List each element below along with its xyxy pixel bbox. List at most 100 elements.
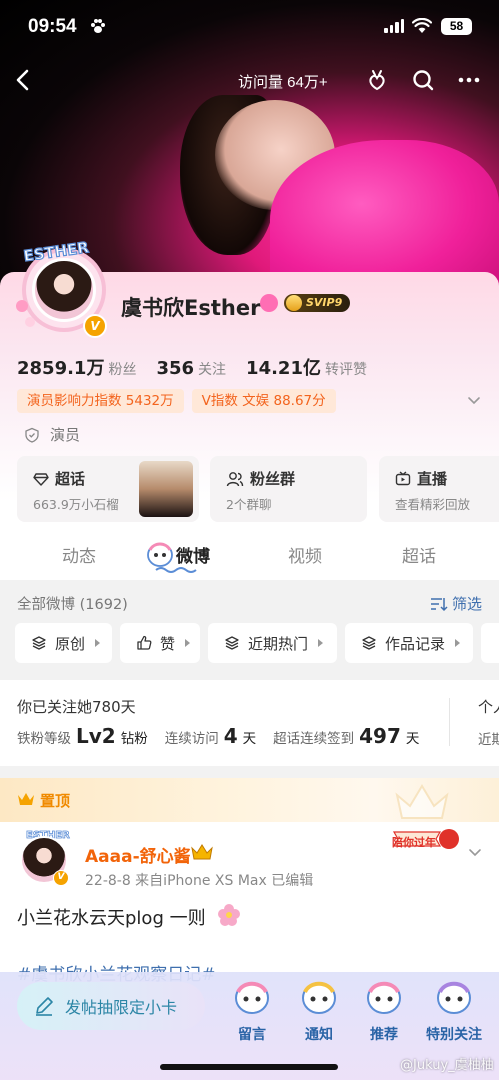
status-bar: 09:54 58: [0, 0, 499, 54]
tile-subtitle: 查看精彩回放: [395, 497, 471, 512]
avatar[interactable]: ESTHER V: [12, 236, 112, 338]
stat-following[interactable]: 356 关注: [156, 358, 226, 379]
pencil-icon: [36, 997, 53, 1016]
all-posts-count: 全部微博 (1692): [17, 597, 128, 613]
influence-tag[interactable]: 演员影响力指数 5432万: [17, 389, 184, 413]
filter-button[interactable]: 筛选: [430, 593, 482, 614]
visit-unit: 天: [242, 731, 257, 747]
tv-icon: [395, 470, 411, 485]
post-button-label: 发帖抽限定小卡: [65, 998, 178, 1017]
avatar-image: [32, 258, 96, 322]
tile-live[interactable]: 直播 查看精彩回放: [379, 456, 499, 522]
tab-super-topic[interactable]: 超话: [402, 542, 436, 567]
mascot-icon: [235, 981, 269, 1014]
sign-value: 497: [359, 724, 401, 748]
chip-works[interactable]: 作品记录: [345, 623, 473, 663]
watermark: @Jukuy_虞柚柚: [400, 1058, 494, 1073]
chip-label: 作品记录: [385, 634, 446, 653]
post-avatar[interactable]: ESTHER V: [16, 830, 72, 888]
post-text: 小兰花水云天plog 一则: [17, 908, 206, 929]
filter-label: 筛选: [452, 595, 483, 613]
v-index-tag[interactable]: V指数 文娱 88.67分: [191, 389, 336, 413]
chevron-down-icon[interactable]: [467, 844, 483, 860]
chip-label: 赞: [160, 634, 176, 653]
level-value: Lv2: [76, 724, 116, 748]
tile-subtitle: 2个群聊: [226, 497, 272, 512]
signal-icon: [384, 19, 404, 33]
tile-thumbnail: [139, 461, 193, 517]
paw-icon: [91, 19, 105, 33]
chip-original[interactable]: 原创: [15, 623, 112, 663]
verified-badge-icon: V: [53, 870, 69, 886]
follow-more-title: 个人: [478, 698, 499, 716]
profile-stats: 2859.1万 粉丝 356 关注 14.21亿 转评赞: [17, 354, 367, 380]
tile-title: 超话: [55, 470, 86, 488]
visit-value: 4: [223, 724, 238, 748]
tab-underline-icon: [155, 567, 197, 573]
bottom-nav-label: 推荐: [370, 1027, 398, 1043]
chevron-down-icon[interactable]: [466, 392, 482, 408]
mascot-icon: [367, 981, 401, 1014]
status-time: 09:54: [28, 16, 77, 37]
level-suffix: 钻粉: [120, 731, 148, 747]
users-icon: [226, 471, 244, 486]
tab-weibo[interactable]: 微博: [176, 542, 210, 567]
tile-title: 直播: [417, 470, 448, 488]
post-button[interactable]: 发帖抽限定小卡: [17, 982, 205, 1030]
post-meta: 22-8-8 来自iPhone XS Max 已编辑: [85, 873, 314, 889]
profile-tags: 演员影响力指数 5432万 V指数 文娱 88.67分: [17, 389, 336, 413]
chip-recent-hot[interactable]: 近期热门: [208, 623, 337, 663]
follow-more-sub: 近期: [478, 732, 499, 748]
bottom-nav-label: 特别关注: [426, 1027, 482, 1043]
chip-label: 近期热门: [248, 634, 309, 653]
tab-activity[interactable]: 动态: [62, 542, 96, 567]
svip-badge[interactable]: SVIP9: [284, 294, 351, 312]
follow-stats: 你已关注她780天 铁粉等级 Lv2 钻粉 连续访问 4 天 超话连续签到 49…: [0, 680, 499, 766]
bottom-nav-label: 留言: [238, 1027, 266, 1043]
stat-reposts-likes[interactable]: 14.21亿 转评赞: [246, 354, 367, 380]
flower-icon: [218, 904, 240, 926]
bottom-nav-recommend[interactable]: 推荐: [354, 978, 414, 1044]
bottom-nav-comments[interactable]: 留言: [222, 978, 282, 1044]
search-icon[interactable]: [410, 67, 436, 93]
tile-fan-group[interactable]: 粉丝群 2个群聊: [210, 456, 367, 522]
profile-role: 演员: [24, 424, 80, 445]
wifi-icon: [412, 18, 432, 33]
filter-chips: 原创 赞 近期热门 作品记录: [15, 623, 499, 663]
shield-icon: [25, 427, 39, 443]
filter-icon: [431, 597, 448, 611]
sign-label: 超话连续签到: [273, 731, 355, 747]
home-indicator[interactable]: [160, 1064, 338, 1070]
post-author[interactable]: Aaaa-舒心酱: [85, 842, 191, 867]
mascot-icon: [437, 981, 471, 1014]
tab-video[interactable]: 视频: [288, 542, 322, 567]
bottom-nav-special-follow[interactable]: 特别关注: [419, 978, 489, 1044]
stat-fans[interactable]: 2859.1万 粉丝: [17, 354, 136, 380]
pinned-bar: 置顶: [0, 778, 499, 822]
divider: [449, 698, 450, 746]
layers-icon: [362, 636, 376, 650]
visit-count: 访问量 64万+: [238, 74, 328, 91]
crown-decoration-icon: [395, 784, 449, 819]
more-icon[interactable]: [456, 67, 482, 93]
bottom-nav-notify[interactable]: 通知: [289, 978, 349, 1044]
bottom-nav-label: 通知: [305, 1027, 333, 1043]
tile-super-topic[interactable]: 超话 663.9万小石榴: [17, 456, 199, 522]
back-icon[interactable]: [10, 66, 38, 94]
thumbs-up-icon: [137, 635, 152, 650]
gift-icon[interactable]: [364, 67, 390, 93]
verified-badge-icon: V: [83, 314, 107, 338]
mascot-icon: [302, 981, 336, 1014]
top-nav: 访问量 64万+: [0, 62, 499, 98]
chip-more[interactable]: [481, 623, 499, 663]
ribbon-label: 陪你过年: [392, 836, 436, 849]
tile-subtitle: 663.9万小石榴: [33, 497, 119, 512]
pinned-label: 置顶: [40, 792, 71, 810]
ring-icon[interactable]: [260, 294, 278, 312]
chip-like[interactable]: 赞: [120, 623, 200, 663]
tile-title: 粉丝群: [250, 470, 296, 488]
profile-name: 虞书欣Esther: [121, 296, 261, 320]
sign-unit: 天: [405, 731, 420, 747]
profile-tabs: 动态 微博 视频 超话: [0, 530, 499, 578]
battery-icon: 58: [441, 18, 472, 35]
